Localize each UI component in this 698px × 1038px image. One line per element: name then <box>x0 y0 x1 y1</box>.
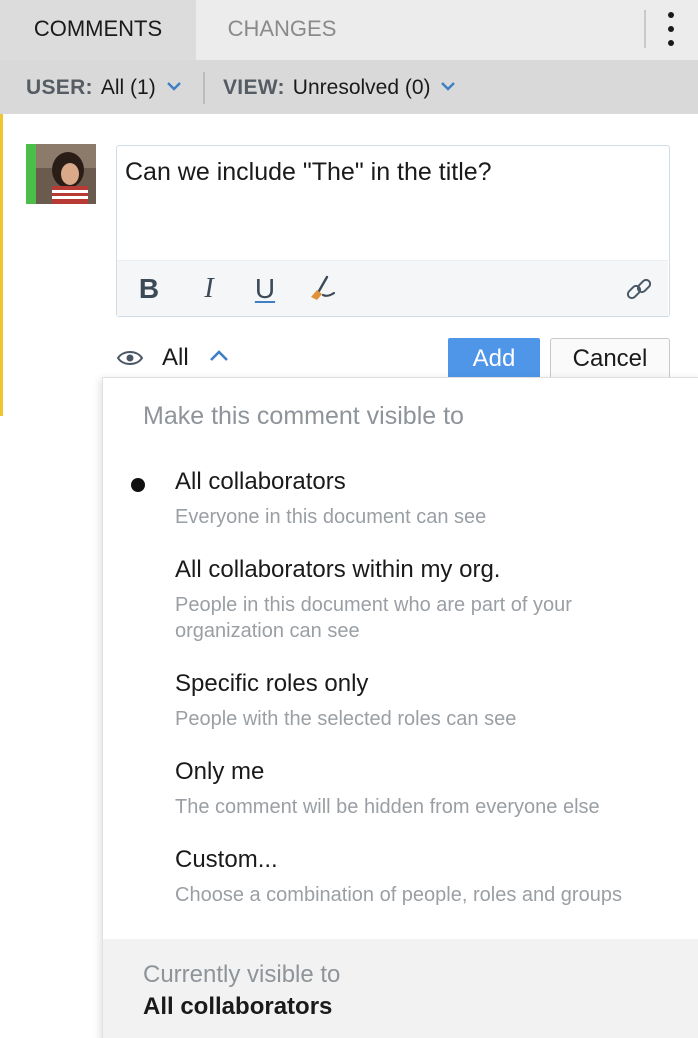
comment-input-text[interactable]: Can we include "The" in the title? <box>125 158 492 187</box>
avatar <box>26 144 96 204</box>
option-description: Everyone in this document can see <box>175 506 487 528</box>
cancel-button[interactable]: Cancel <box>550 338 670 380</box>
avatar-status-bar <box>26 144 36 204</box>
option-label: Specific roles only <box>175 670 369 697</box>
option-label: Only me <box>175 758 265 785</box>
avatar-image <box>26 144 96 204</box>
tab-comments[interactable]: COMMENTS <box>0 0 196 60</box>
selected-radio-dot <box>131 478 145 492</box>
format-brush-icon[interactable] <box>305 271 341 307</box>
option-description: Choose a combination of people, roles an… <box>175 884 622 906</box>
eye-icon[interactable] <box>116 348 144 368</box>
underline-icon[interactable]: U <box>247 271 283 307</box>
option-description: People in this document who are part of … <box>175 594 572 642</box>
view-filter-value: Unresolved (0) <box>292 76 431 99</box>
option-specific-roles[interactable]: Specific roles only People with the sele… <box>103 670 698 740</box>
option-within-org[interactable]: All collaborators within my org. People … <box>103 556 698 642</box>
kebab-menu-icon[interactable] <box>656 8 686 50</box>
option-only-me[interactable]: Only me The comment will be hidden from … <box>103 758 698 828</box>
option-description: The comment will be hidden from everyone… <box>175 796 600 818</box>
chevron-down-icon <box>441 82 456 92</box>
italic-icon[interactable]: I <box>191 271 227 307</box>
option-all-collaborators[interactable]: All collaborators Everyone in this docum… <box>103 468 698 538</box>
chevron-up-icon[interactable] <box>207 346 231 366</box>
add-button[interactable]: Add <box>448 338 540 380</box>
option-label: Custom... <box>175 846 278 873</box>
tab-changes[interactable]: CHANGES <box>196 0 368 60</box>
user-filter-value: All (1) <box>100 76 156 99</box>
filter-divider <box>203 72 205 104</box>
current-visibility-value: All collaborators <box>143 993 333 1020</box>
link-icon[interactable] <box>621 271 657 307</box>
chevron-down-icon <box>166 82 181 92</box>
user-filter-dropdown[interactable]: USER: All (1) <box>26 60 182 114</box>
visibility-selected-label[interactable]: All <box>162 344 189 372</box>
user-filter-label: USER: <box>26 76 93 99</box>
visibility-popup: Make this comment visible to All collabo… <box>102 377 698 1038</box>
option-label: All collaborators <box>175 468 346 495</box>
popup-footer: Currently visible to All collaborators <box>103 939 698 1038</box>
editor-toolbar: B I U <box>117 260 668 316</box>
option-custom[interactable]: Custom... Choose a combination of people… <box>103 846 698 916</box>
popup-title: Make this comment visible to <box>143 402 464 430</box>
comment-editor[interactable]: Can we include "The" in the title? B I U <box>116 145 670 317</box>
view-filter-label: VIEW: <box>223 76 285 99</box>
view-filter-dropdown[interactable]: VIEW: Unresolved (0) <box>223 60 456 114</box>
current-visibility-caption: Currently visible to <box>143 961 341 988</box>
filter-bar: USER: All (1) VIEW: Unresolved (0) <box>0 60 698 114</box>
tab-bar: COMMENTS CHANGES <box>0 0 698 60</box>
option-label: All collaborators within my org. <box>175 556 501 583</box>
option-description: People with the selected roles can see <box>175 708 517 730</box>
tab-divider <box>644 10 646 48</box>
bold-icon[interactable]: B <box>131 271 167 307</box>
